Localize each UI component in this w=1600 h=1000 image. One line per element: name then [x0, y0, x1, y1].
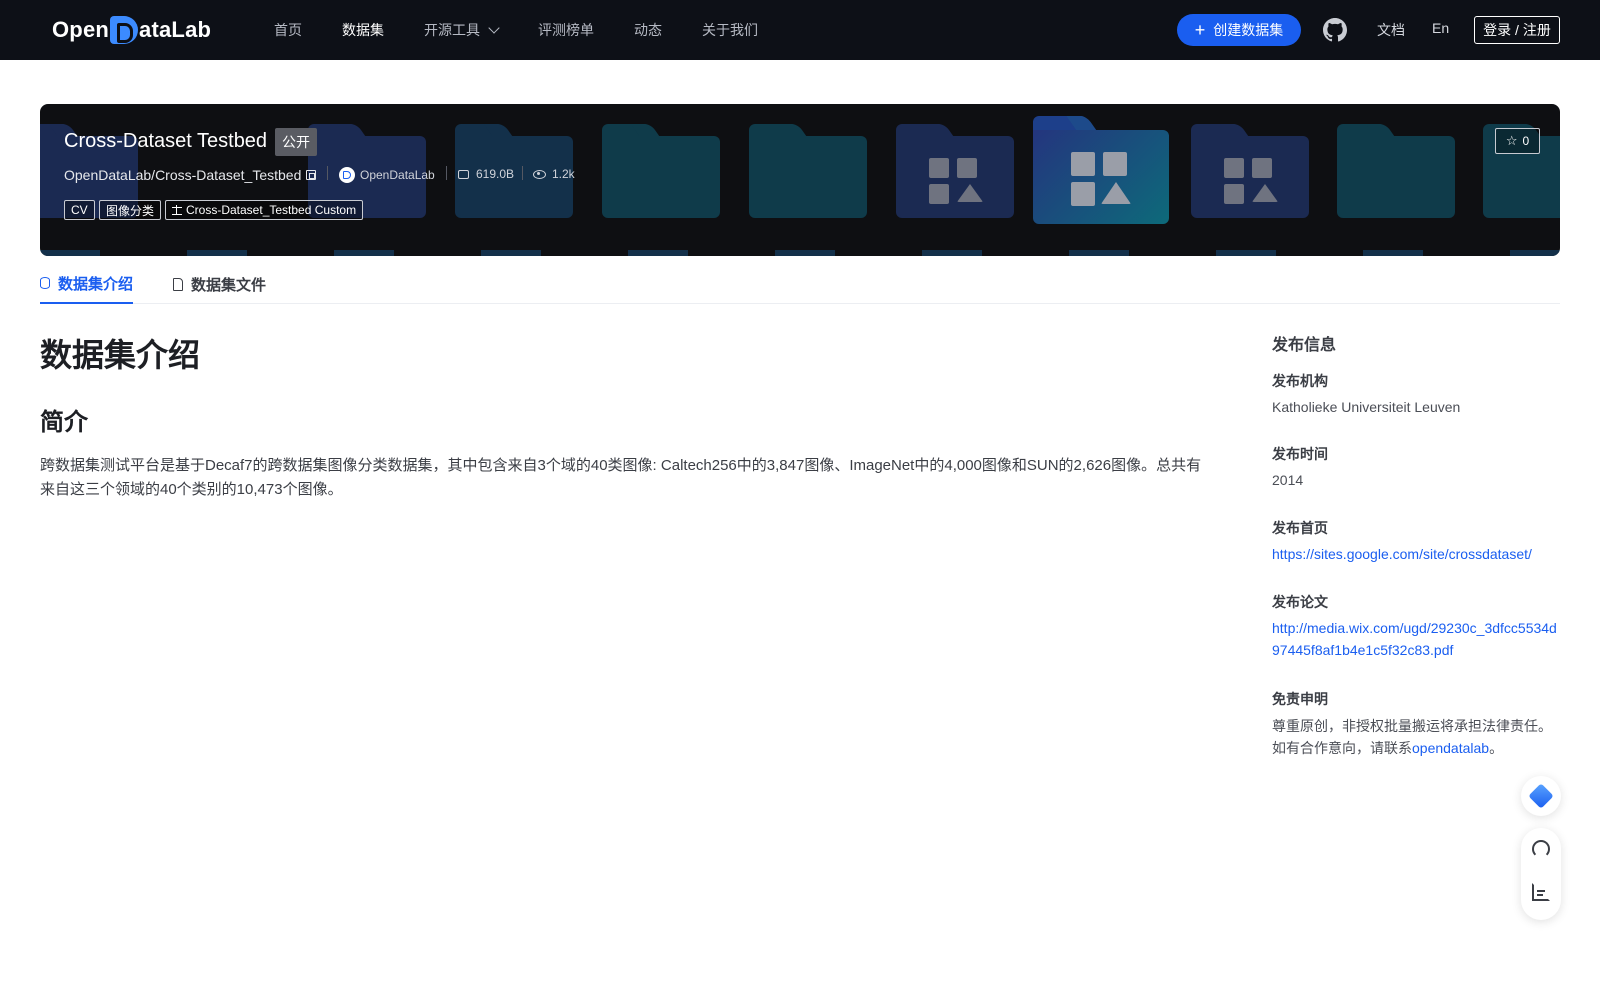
tag-image-classification[interactable]: 图像分类 [99, 200, 162, 220]
tag-cv[interactable]: CV [64, 200, 95, 220]
github-icon[interactable] [1323, 18, 1347, 42]
file-icon [173, 277, 183, 291]
eye-icon [533, 169, 546, 179]
folder-illustration [896, 124, 1014, 218]
nav-item-about[interactable]: 关于我们 [702, 20, 758, 40]
contact-link[interactable]: opendatalab [1412, 740, 1489, 756]
feedback-icon[interactable] [1532, 883, 1550, 901]
publisher-label: 发布机构 [1272, 373, 1328, 389]
nav-item-home[interactable]: 首页 [274, 20, 302, 40]
tab-dataset-intro[interactable]: 数据集介绍 [40, 264, 134, 304]
disclaimer-text: 尊重原创，非授权批量搬运将承担法律责任。 如有合作意向，请联系opendatal… [1272, 715, 1562, 759]
nav-item-label: 数据集 [342, 22, 384, 38]
star-button[interactable]: ☆ 0 [1495, 128, 1540, 154]
disclaimer-line: 如有合作意向，请联系opendatalab。 [1272, 737, 1562, 759]
section-title: 简介 [40, 409, 88, 436]
disk-icon [458, 169, 469, 179]
publish-time-value: 2014 [1272, 472, 1304, 488]
meta-divider [522, 166, 523, 180]
database-icon [40, 277, 50, 289]
nav-item-label: 关于我们 [702, 22, 758, 38]
page-title: 数据集介绍 [40, 337, 201, 373]
folder-illustration [602, 124, 720, 218]
nav-item-tools[interactable]: 开源工具 [424, 20, 500, 40]
folder-illustration-highlight [1033, 116, 1169, 224]
folder-illustration [1191, 124, 1309, 218]
diamond-icon [1528, 783, 1554, 809]
star-icon: ☆ [1505, 133, 1518, 148]
nav-item-label: 评测榜单 [538, 22, 594, 38]
folder-row-hint [40, 250, 1560, 256]
dataset-tabs: 数据集介绍 数据集文件 [40, 264, 1560, 304]
chevron-down-icon [488, 22, 500, 34]
logo-open: Open [52, 17, 110, 42]
folder-illustration [1337, 124, 1455, 218]
publisher-value: Katholieke Universiteit Leuven [1272, 399, 1461, 415]
scale-icon [172, 205, 182, 215]
dataset-views-value: 1.2k [552, 167, 575, 181]
dataset-size-value: 619.0B [476, 167, 515, 181]
nav-item-label: 首页 [274, 22, 302, 38]
nav-item-leaderboard[interactable]: 评测榜单 [538, 20, 594, 40]
logo-atalab: ataLab [139, 17, 212, 42]
tab-dataset-files[interactable]: 数据集文件 [173, 264, 266, 304]
create-dataset-label: 创建数据集 [1213, 22, 1284, 38]
login-register-button[interactable]: 登录 / 注册 [1474, 16, 1560, 44]
main-nav: 首页 数据集 开源工具 评测榜单 动态 关于我们 [274, 0, 798, 60]
headset-icon[interactable] [1532, 840, 1550, 858]
license-label: Cross-Dataset_Testbed Custom [186, 203, 357, 217]
meta-divider [446, 166, 447, 180]
meta-divider [327, 166, 328, 180]
dataset-description: 跨数据集测试平台是基于Decaf7的跨数据集图像分类数据集，其中包含来自3个域的… [40, 457, 1202, 498]
dataset-path: OpenDataLab/Cross-Dataset_Testbed [64, 167, 317, 183]
dataset-title: Cross-Dataset Testbed [64, 130, 268, 152]
top-navbar: Open ataLab 首页 数据集 开源工具 评测榜单 动态 关于我们 + 创建… [0, 0, 1600, 60]
plus-icon: + [1194, 20, 1206, 40]
tab-label: 数据集文件 [191, 276, 267, 294]
opendatalab-logo[interactable]: Open ataLab [52, 14, 211, 46]
folder-illustration [749, 124, 867, 218]
nav-item-label: 动态 [634, 22, 662, 38]
homepage-link[interactable]: https://sites.google.com/site/crossdatas… [1272, 546, 1532, 562]
language-switch[interactable]: En [1432, 20, 1449, 36]
organization-avatar-icon [339, 167, 355, 183]
visibility-badge: 公开 [275, 128, 317, 156]
nav-item-news[interactable]: 动态 [634, 20, 662, 40]
license-tag[interactable]: Cross-Dataset_Testbed Custom [165, 200, 364, 220]
publish-info-title: 发布信息 [1272, 337, 1337, 354]
disclaimer-contact-text: 如有合作意向，请联系 [1272, 740, 1412, 756]
nav-item-datasets[interactable]: 数据集 [342, 20, 384, 40]
organization-link[interactable]: OpenDataLab [339, 167, 435, 183]
docs-link[interactable]: 文档 [1377, 20, 1405, 40]
logo-d-mark [110, 16, 139, 44]
disclaimer-label: 免责申明 [1272, 691, 1328, 707]
tab-label: 数据集介绍 [58, 275, 134, 293]
organization-name: OpenDataLab [360, 168, 435, 182]
create-dataset-button[interactable]: + 创建数据集 [1177, 14, 1301, 46]
paper-link[interactable]: http://media.wix.com/ugd/29230c_3dfcc553… [1272, 620, 1557, 658]
publish-time-label: 发布时间 [1272, 446, 1328, 462]
star-count: 0 [1522, 134, 1530, 148]
disclaimer-suffix: 。 [1489, 740, 1504, 756]
copy-icon[interactable] [306, 170, 317, 180]
nav-item-label: 开源工具 [424, 22, 480, 38]
dataset-size: 619.0B [458, 167, 514, 181]
floating-toolbar [1521, 828, 1561, 920]
dataset-views: 1.2k [533, 167, 575, 181]
disclaimer-line: 尊重原创，非授权批量搬运将承担法律责任。 [1272, 718, 1552, 734]
paper-label: 发布论文 [1272, 594, 1328, 610]
assistant-float-button[interactable] [1521, 776, 1561, 816]
dataset-path-text: OpenDataLab/Cross-Dataset_Testbed [64, 167, 302, 183]
homepage-label: 发布首页 [1272, 520, 1328, 536]
